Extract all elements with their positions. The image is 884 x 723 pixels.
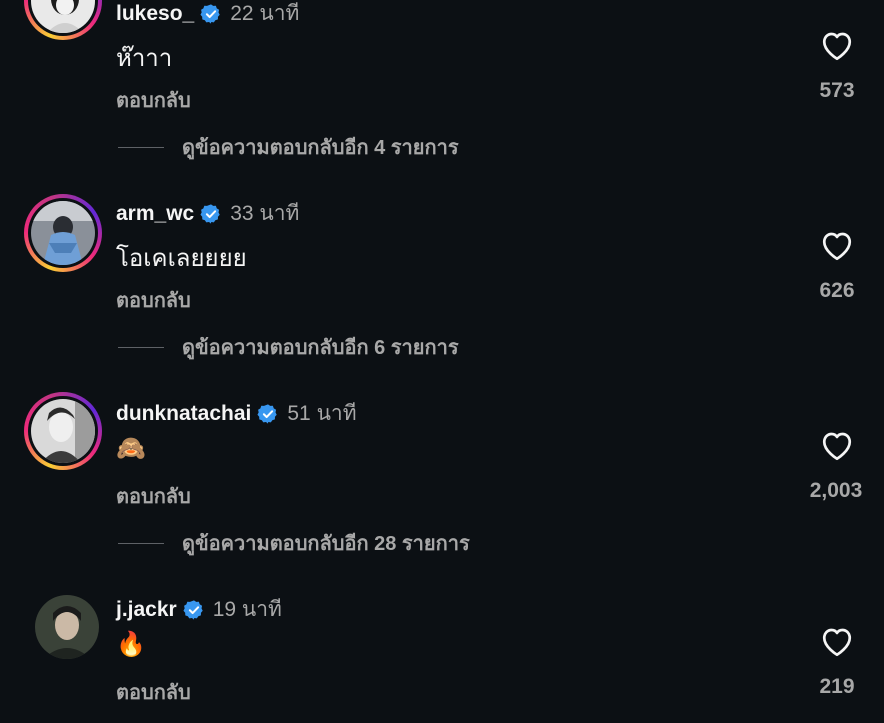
reply-button[interactable]: ตอบกลับ bbox=[116, 284, 191, 316]
like-count[interactable]: 219 bbox=[787, 675, 884, 699]
view-replies-button[interactable]: ดูข้อความตอบกลับอีก 6 รายการ bbox=[118, 331, 459, 363]
heart-outline-icon[interactable] bbox=[817, 428, 857, 464]
verified-badge-icon bbox=[257, 403, 279, 425]
divider bbox=[118, 346, 164, 348]
view-replies-label: ดูข้อความตอบกลับอีก 6 รายการ bbox=[182, 337, 459, 359]
comment-header: arm_wc 33 นาที bbox=[116, 197, 299, 230]
heart-outline-icon[interactable] bbox=[817, 624, 857, 660]
divider bbox=[118, 146, 164, 148]
verified-badge-icon bbox=[200, 3, 222, 25]
comment-time: 19 นาที bbox=[212, 598, 282, 621]
comment-header: j.jackr 19 นาที bbox=[116, 593, 282, 626]
reply-button[interactable]: ตอบกลับ bbox=[116, 84, 191, 116]
view-replies-button[interactable]: ดูข้อความตอบกลับอีก 28 รายการ bbox=[118, 527, 470, 559]
like-count[interactable]: 626 bbox=[787, 279, 884, 303]
reply-button[interactable]: ตอบกลับ bbox=[116, 676, 191, 708]
avatar[interactable] bbox=[24, 584, 102, 662]
username[interactable]: j.jackr bbox=[116, 598, 177, 622]
comment-time: 51 นาที bbox=[287, 402, 357, 425]
reply-button[interactable]: ตอบกลับ bbox=[116, 480, 191, 512]
view-replies-button[interactable]: ดูข้อความตอบกลับอีก 4 รายการ bbox=[118, 131, 459, 163]
username[interactable]: dunknatachai bbox=[116, 402, 251, 426]
comment-time: 33 นาที bbox=[230, 202, 300, 225]
verified-badge-icon bbox=[200, 203, 222, 225]
like-count[interactable]: 2,003 bbox=[786, 479, 884, 503]
username[interactable]: arm_wc bbox=[116, 202, 194, 226]
like-count[interactable]: 573 bbox=[787, 79, 884, 103]
avatar[interactable] bbox=[24, 392, 102, 470]
comment-time: 22 นาที bbox=[230, 2, 300, 25]
divider bbox=[118, 542, 164, 544]
username[interactable]: lukeso_ bbox=[116, 2, 194, 26]
view-replies-label: ดูข้อความตอบกลับอีก 28 รายการ bbox=[182, 533, 470, 555]
comment-header: lukeso_ 22 นาที bbox=[116, 0, 299, 30]
avatar[interactable] bbox=[24, 194, 102, 272]
comment-text: 🙈 bbox=[116, 435, 146, 462]
heart-outline-icon[interactable] bbox=[817, 228, 857, 264]
heart-outline-icon[interactable] bbox=[817, 28, 857, 64]
view-replies-label: ดูข้อความตอบกลับอีก 4 รายการ bbox=[182, 137, 459, 159]
avatar[interactable] bbox=[24, 0, 102, 40]
comment-text: โอเคเลยยยย bbox=[116, 245, 247, 272]
comment-text: 🔥 bbox=[116, 631, 146, 658]
verified-badge-icon bbox=[183, 599, 205, 621]
comment-header: dunknatachai 51 นาที bbox=[116, 397, 357, 430]
comment-text: ห๊าาา bbox=[116, 45, 173, 72]
